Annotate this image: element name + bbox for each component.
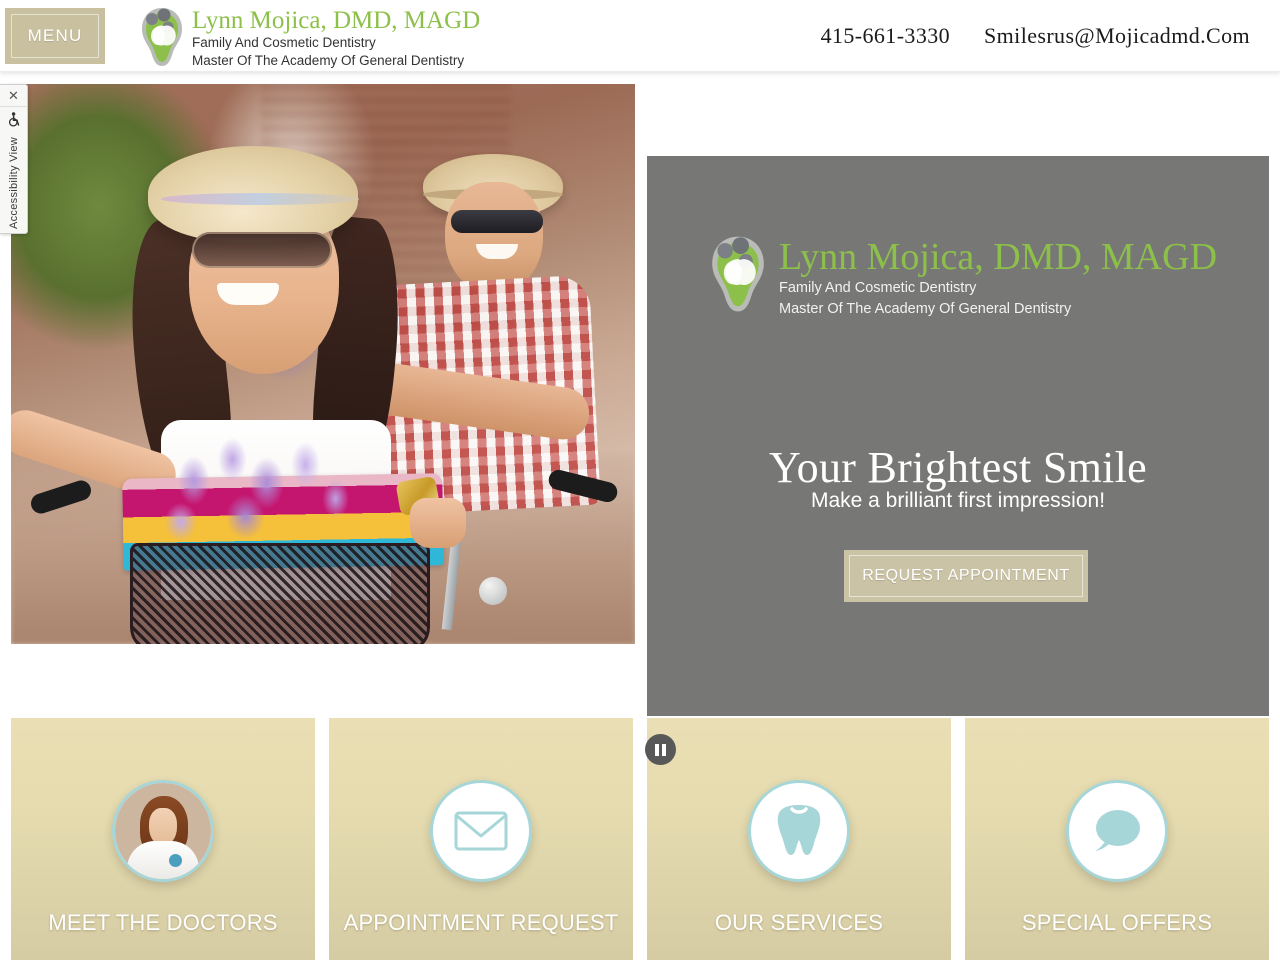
header-logo[interactable]: Lynn Mojica, DMD, MAGD Family And Cosmet… [138, 6, 480, 71]
header-contact-info: 415-661-3330 Smilesrus@Mojicadmd.Com [821, 0, 1250, 72]
speech-bubble-icon [1095, 810, 1140, 851]
family-tooth-logo-icon [142, 8, 182, 66]
accessibility-view-widget[interactable]: ✕ Accessibility View [0, 84, 28, 235]
speech-bubble-icon-wrapper [1066, 780, 1168, 882]
tooth-icon-wrapper [748, 780, 850, 882]
hero-practice-name: Lynn Mojica, DMD, MAGD [779, 236, 1218, 278]
quick-links-cards: MEET THE DOCTORS APPOINTMENT REQUEST OUR… [0, 718, 1280, 960]
card-label: MEET THE DOCTORS [48, 910, 278, 935]
photo-bike-bell [479, 576, 507, 605]
card-label: OUR SERVICES [714, 910, 884, 935]
hero-headline: Your Brightest Smile [768, 443, 1148, 492]
avatar [115, 783, 211, 879]
header-practice-name: Lynn Mojica, DMD, MAGD [192, 7, 481, 34]
card-appointment-request[interactable]: APPOINTMENT REQUEST [329, 718, 633, 960]
photo-lavender-flowers [154, 431, 370, 562]
photo-woman-hand [410, 498, 467, 549]
wheelchair-icon [8, 112, 19, 127]
site-header: MENU Lynn Mojica, DMD, MAGD Family And C… [0, 0, 1280, 72]
doctor-portrait-photo [112, 780, 214, 882]
header-tagline-2: Master Of The Academy Of General Dentist… [192, 53, 465, 69]
pause-icon-bar-right [662, 743, 666, 756]
tooth-icon [777, 805, 821, 855]
photo-man-sunglasses [450, 210, 543, 233]
photo-bike-basket [129, 543, 430, 644]
menu-button-label: MENU [27, 26, 83, 45]
family-tooth-logo-icon [712, 236, 764, 312]
hero-slider: Lynn Mojica, DMD, MAGD Family And Cosmet… [0, 72, 1280, 765]
email-link[interactable]: Smilesrus@Mojicadmd.Com [984, 23, 1250, 49]
portrait-lab-coat [126, 840, 200, 879]
request-appointment-button[interactable]: REQUEST APPOINTMENT [844, 550, 1088, 602]
photo-woman-smile [216, 282, 279, 305]
card-our-services[interactable]: OUR SERVICES [647, 718, 951, 960]
photo-woman-sunglasses [191, 232, 332, 269]
header-tagline-1: Family And Cosmetic Dentistry [192, 35, 376, 51]
pause-icon-bar-left [655, 743, 659, 756]
envelope-icon [454, 811, 508, 851]
menu-button[interactable]: MENU [5, 8, 105, 64]
hero-tagline-2: Master Of The Academy Of General Dentist… [779, 300, 1072, 317]
card-label: APPOINTMENT REQUEST [343, 910, 619, 935]
accessibility-view-label: Accessibility View [7, 137, 20, 230]
card-label: SPECIAL OFFERS [1021, 910, 1213, 935]
hero-tagline-1: Family And Cosmetic Dentistry [779, 279, 977, 296]
slider-pause-button[interactable] [645, 734, 676, 765]
hero-content-panel: Lynn Mojica, DMD, MAGD Family And Cosmet… [647, 156, 1269, 716]
hero-subheadline: Make a brilliant first impression! [810, 489, 1106, 512]
hero-photo [11, 84, 635, 644]
envelope-icon-wrapper [430, 780, 532, 882]
phone-link[interactable]: 415-661-3330 [821, 23, 950, 49]
close-icon[interactable]: ✕ [0, 85, 27, 107]
card-special-offers[interactable]: SPECIAL OFFERS [965, 718, 1269, 960]
hero-logo: Lynn Mojica, DMD, MAGD Family And Cosmet… [707, 234, 1217, 320]
card-meet-the-doctors[interactable]: MEET THE DOCTORS [11, 718, 315, 960]
request-appointment-label: REQUEST APPOINTMENT [862, 567, 1070, 584]
